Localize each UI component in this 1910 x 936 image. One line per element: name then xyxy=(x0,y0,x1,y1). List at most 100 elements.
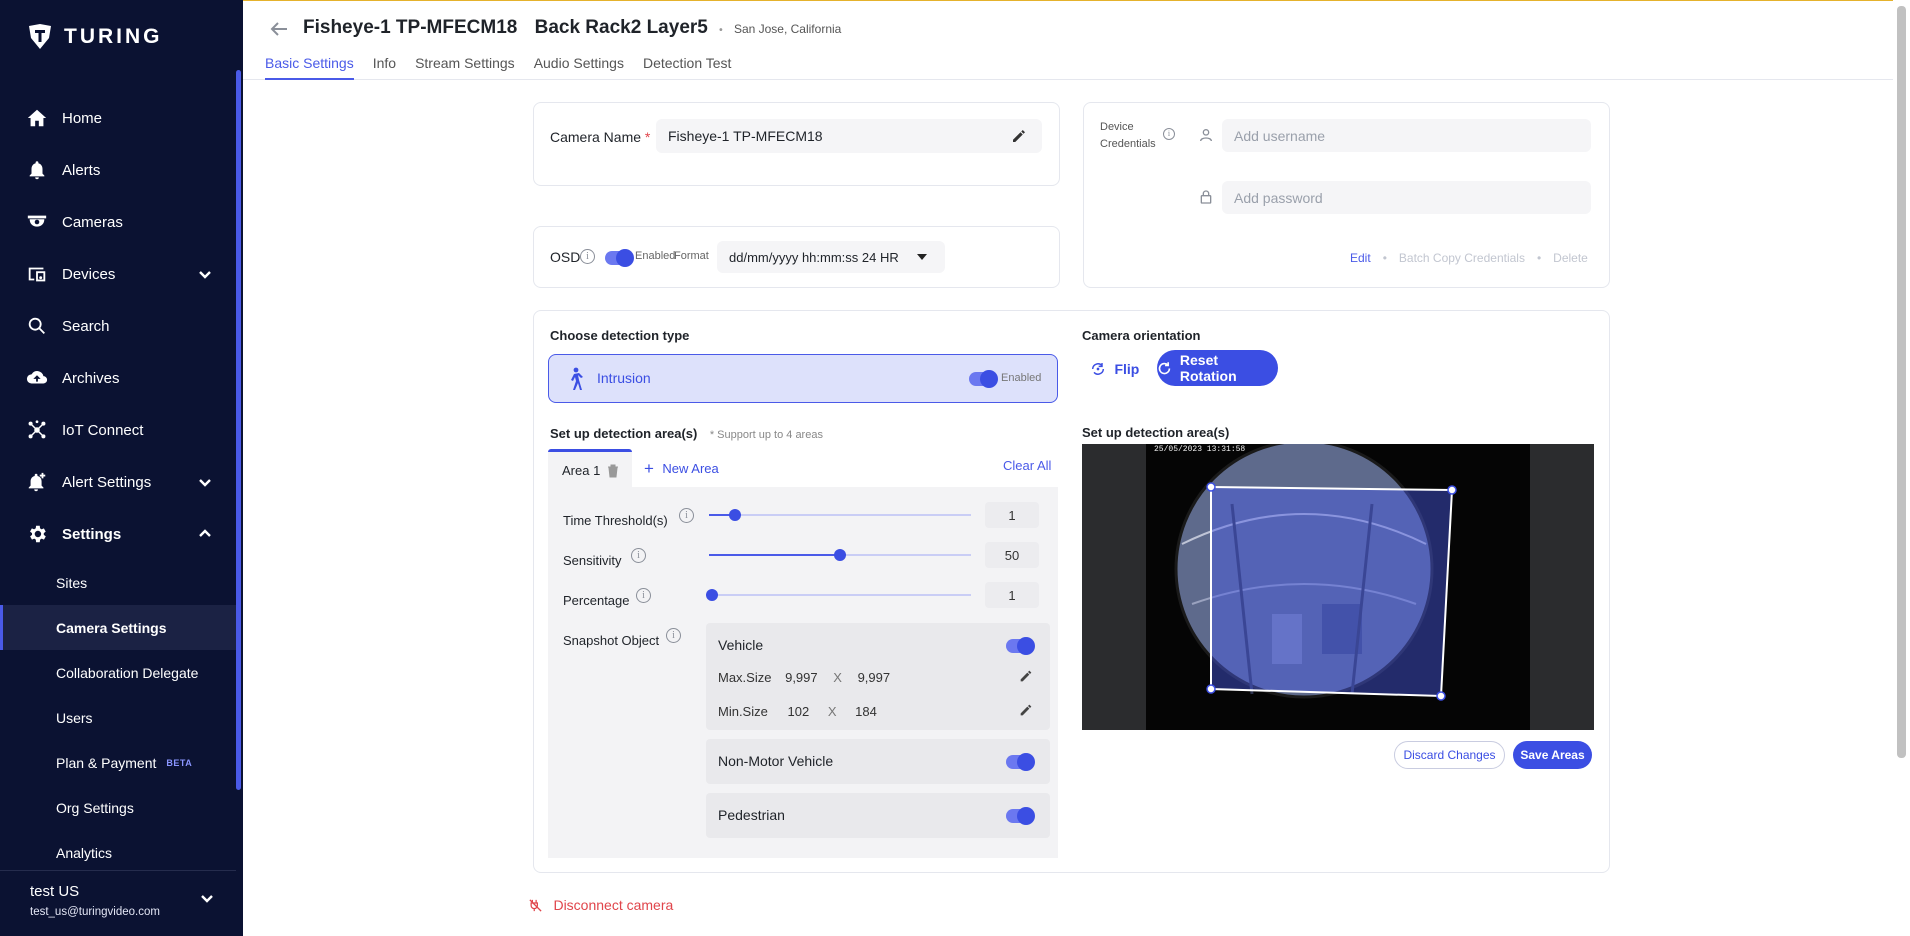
back-arrow-icon[interactable] xyxy=(267,17,291,41)
sidebar-item-alerts[interactable]: Alerts xyxy=(0,144,236,196)
format-select-value: dd/mm/yyyy hh:mm:ss 24 HR xyxy=(729,249,899,265)
tab-audio-settings[interactable]: Audio Settings xyxy=(534,55,624,80)
user-icon xyxy=(1200,129,1212,142)
rotate-icon xyxy=(1158,361,1171,374)
batch-copy-credentials-link[interactable]: Batch Copy Credentials xyxy=(1399,251,1525,265)
bell-icon xyxy=(29,161,45,180)
info-icon[interactable]: i xyxy=(631,548,646,563)
required-mark: * xyxy=(644,129,651,145)
camera-timestamp: 25/05/2023 13:31:58 xyxy=(1154,445,1246,454)
format-select[interactable]: dd/mm/yyyy hh:mm:ss 24 HR xyxy=(717,241,945,273)
delete-credentials-link[interactable]: Delete xyxy=(1553,251,1588,265)
username-placeholder: Add username xyxy=(1234,127,1326,144)
credentials-actions: Edit • Batch Copy Credentials • Delete xyxy=(1350,251,1588,265)
camera-icon xyxy=(27,215,47,227)
sidebar-item-iot-connect[interactable]: IoT Connect xyxy=(0,404,236,456)
non-motor-vehicle-toggle[interactable] xyxy=(1006,753,1035,771)
sidebar-subitem-sites[interactable]: Sites xyxy=(0,560,236,605)
camera-name-value: Fisheye-1 TP-MFECM18 xyxy=(668,128,823,144)
min-size-width: 102 xyxy=(787,704,810,719)
tab-basic-settings[interactable]: Basic Settings xyxy=(265,55,354,80)
max-size-width: 9,997 xyxy=(785,670,818,685)
sensitivity-thumb[interactable] xyxy=(834,549,846,561)
credentials-label-line2: Credentials xyxy=(1100,138,1156,150)
time-threshold-track[interactable] xyxy=(709,514,971,516)
sidebar-subitem-users[interactable]: Users xyxy=(0,695,236,740)
tab-info[interactable]: Info xyxy=(373,55,396,80)
sidebar-scroll-indicator[interactable] xyxy=(236,70,241,790)
intrusion-toggle[interactable] xyxy=(969,370,998,388)
pedestrian-toggle[interactable] xyxy=(1006,807,1035,825)
disconnect-camera-button[interactable]: Disconnect camera xyxy=(528,897,673,915)
sidebar-subitem-org-settings[interactable]: Org Settings xyxy=(0,785,236,830)
osd-toggle-label: Enabled xyxy=(635,250,676,262)
sidebar-item-alert-settings[interactable]: Alert Settings xyxy=(0,456,236,508)
info-icon[interactable]: i xyxy=(679,508,694,523)
cloud-upload-icon xyxy=(26,371,48,384)
new-area-button[interactable]: + New Area xyxy=(644,459,719,479)
search-icon xyxy=(28,317,45,334)
discard-changes-button[interactable]: Discard Changes xyxy=(1394,741,1505,769)
brand-logo[interactable]: TURING xyxy=(28,24,163,50)
password-input[interactable]: Add password xyxy=(1222,181,1591,214)
sidebar-item-label: Alerts xyxy=(62,161,101,179)
format-label: Format xyxy=(674,250,709,262)
time-threshold-thumb[interactable] xyxy=(729,509,741,521)
beta-badge: BETA xyxy=(166,757,193,768)
edit-pencil-icon[interactable] xyxy=(1018,668,1034,684)
sidebar-subitem-collaboration-delegate[interactable]: Collaboration Delegate xyxy=(0,650,236,695)
sidebar-item-archives[interactable]: Archives xyxy=(0,352,236,404)
clear-all-link[interactable]: Clear All xyxy=(1003,458,1051,473)
page-scrollbar[interactable] xyxy=(1897,6,1906,758)
new-area-label: New Area xyxy=(662,461,719,476)
user-menu[interactable]: test US test_us@turingvideo.com xyxy=(0,870,236,936)
flip-button[interactable]: Flip xyxy=(1090,361,1139,379)
location-title: Back Rack2 Layer5 xyxy=(534,17,708,38)
sidebar-subitem-plan-payment[interactable]: Plan & Payment BETA xyxy=(0,740,236,785)
detection-type-intrusion[interactable]: Intrusion Enabled xyxy=(548,354,1058,403)
credentials-label-line1: Device xyxy=(1100,121,1134,133)
osd-toggle[interactable] xyxy=(605,249,634,267)
sidebar-item-settings[interactable]: Settings xyxy=(0,508,236,560)
camera-name-card: Camera Name * Fisheye-1 TP-MFECM18 xyxy=(533,102,1060,186)
tab-detection-test[interactable]: Detection Test xyxy=(643,55,731,80)
sidebar-item-cameras[interactable]: Cameras xyxy=(0,196,236,248)
sidebar-item-label: Devices xyxy=(62,265,116,283)
vehicle-toggle[interactable] xyxy=(1006,637,1035,655)
reset-rotation-button[interactable]: Reset Rotation xyxy=(1157,350,1278,386)
sidebar-subitem-camera-settings[interactable]: Camera Settings xyxy=(0,605,236,650)
info-icon[interactable]: i xyxy=(1163,128,1175,140)
info-icon[interactable]: i xyxy=(666,628,681,643)
sidebar-subitem-analytics[interactable]: Analytics xyxy=(0,830,236,875)
tab-stream-settings[interactable]: Stream Settings xyxy=(415,55,515,80)
page-title: Fisheye-1 TP-MFECM18 Back Rack2 Layer5 •… xyxy=(303,17,841,39)
camera-name-input[interactable]: Fisheye-1 TP-MFECM18 xyxy=(656,119,1042,153)
settings-tabs: Basic Settings Info Stream Settings Audi… xyxy=(265,55,731,80)
sidebar-item-search[interactable]: Search xyxy=(0,300,236,352)
sidebar-subitem-label: Camera Settings xyxy=(56,619,167,636)
sensitivity-input[interactable]: 50 xyxy=(985,542,1039,568)
sidebar-item-devices[interactable]: Devices xyxy=(0,248,236,300)
trash-icon[interactable] xyxy=(607,464,619,478)
setup-area-heading: Set up detection area(s) * Support up to… xyxy=(550,425,823,443)
info-icon[interactable]: i xyxy=(636,588,651,603)
edit-pencil-icon[interactable] xyxy=(1010,127,1028,145)
percentage-track[interactable] xyxy=(709,594,971,596)
percentage-input[interactable]: 1 xyxy=(985,582,1039,608)
info-icon[interactable]: i xyxy=(580,249,595,264)
sidebar: TURING Home Alerts Cameras Devices Searc… xyxy=(0,0,243,936)
osd-label: OSD xyxy=(550,249,581,265)
sidebar-item-label: Cameras xyxy=(62,213,123,231)
save-areas-button[interactable]: Save Areas xyxy=(1513,741,1592,769)
flip-label: Flip xyxy=(1114,361,1140,377)
area-tab-1[interactable]: Area 1 xyxy=(548,449,632,487)
camera-preview[interactable]: 25/05/2023 13:31:58 xyxy=(1082,444,1594,730)
sidebar-item-home[interactable]: Home xyxy=(0,92,236,144)
reset-rotation-label: Reset Rotation xyxy=(1179,352,1237,384)
percentage-thumb[interactable] xyxy=(706,589,718,601)
credentials-card: Device Credentials i Add username Add pa… xyxy=(1083,102,1610,288)
time-threshold-input[interactable]: 1 xyxy=(985,502,1039,528)
edit-pencil-icon[interactable] xyxy=(1018,702,1034,718)
username-input[interactable]: Add username xyxy=(1222,119,1591,152)
edit-credentials-link[interactable]: Edit xyxy=(1350,251,1371,265)
